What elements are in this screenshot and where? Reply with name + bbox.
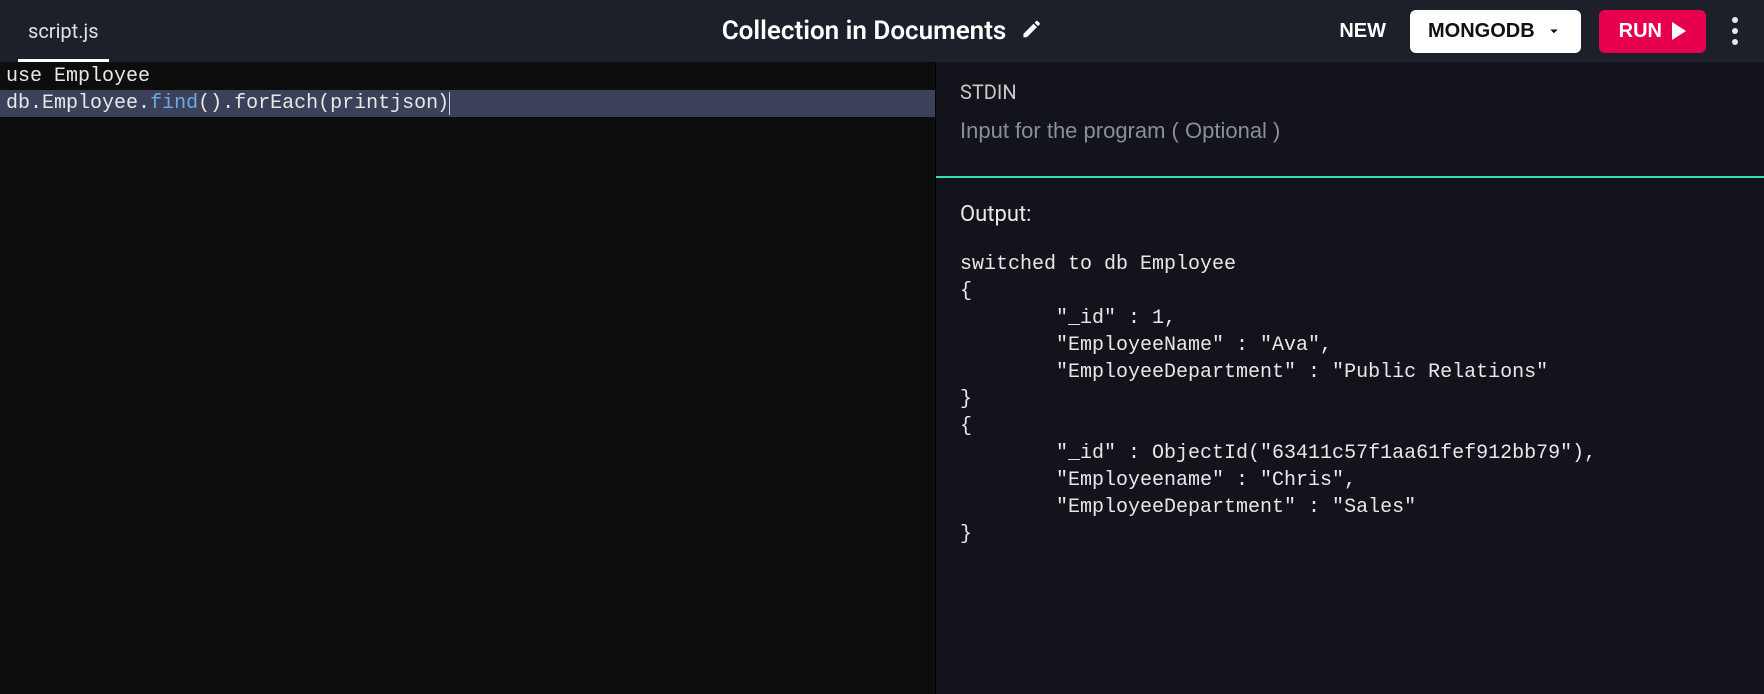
panel-divider	[936, 176, 1764, 178]
title-container: Collection in Documents	[722, 16, 1043, 46]
code-token: (	[318, 92, 330, 115]
code-token: forEach	[234, 92, 318, 115]
code-token: .	[30, 92, 42, 115]
code-token: use Employee	[6, 65, 150, 88]
edit-title-button[interactable]	[1020, 18, 1042, 44]
header-bar: script.js Collection in Documents NEW MO…	[0, 0, 1764, 62]
code-token: printjson	[330, 92, 438, 115]
language-select-button[interactable]: MONGODB	[1410, 10, 1581, 53]
code-token: find	[150, 92, 198, 115]
page-title: Collection in Documents	[722, 16, 1007, 46]
code-token: Employee	[42, 92, 138, 115]
kebab-dot-icon	[1732, 28, 1738, 34]
code-line: use Employee	[0, 63, 935, 90]
code-token: .	[222, 92, 234, 115]
run-button-label: RUN	[1619, 20, 1662, 43]
code-editor[interactable]: use Employee db.Employee.find().forEach(…	[0, 62, 935, 694]
kebab-dot-icon	[1732, 17, 1738, 23]
language-select-label: MONGODB	[1428, 20, 1535, 43]
code-line-active: db.Employee.find().forEach(printjson)	[0, 90, 935, 117]
output-text: switched to db Employee { "_id" : 1, "Em…	[960, 251, 1740, 548]
main-area: use Employee db.Employee.find().forEach(…	[0, 62, 1764, 694]
pencil-icon	[1020, 18, 1042, 40]
output-label: Output:	[960, 202, 1740, 227]
stdin-input[interactable]	[960, 114, 1740, 176]
header-actions: NEW MONGODB RUN	[1333, 10, 1746, 53]
more-menu-button[interactable]	[1724, 11, 1746, 51]
io-panel: STDIN Output: switched to db Employee { …	[935, 62, 1764, 694]
code-token: db	[6, 92, 30, 115]
code-token: .	[138, 92, 150, 115]
new-button-label: NEW	[1339, 20, 1386, 42]
code-token: ()	[198, 92, 222, 115]
stdin-label: STDIN	[960, 80, 1740, 104]
play-icon	[1672, 22, 1686, 40]
code-token: )	[437, 92, 450, 115]
new-button[interactable]: NEW	[1333, 12, 1392, 51]
run-button[interactable]: RUN	[1599, 10, 1706, 53]
kebab-dot-icon	[1732, 39, 1738, 45]
chevron-down-icon	[1545, 22, 1563, 40]
file-tab-label: script.js	[28, 19, 99, 43]
file-tab[interactable]: script.js	[18, 0, 109, 62]
